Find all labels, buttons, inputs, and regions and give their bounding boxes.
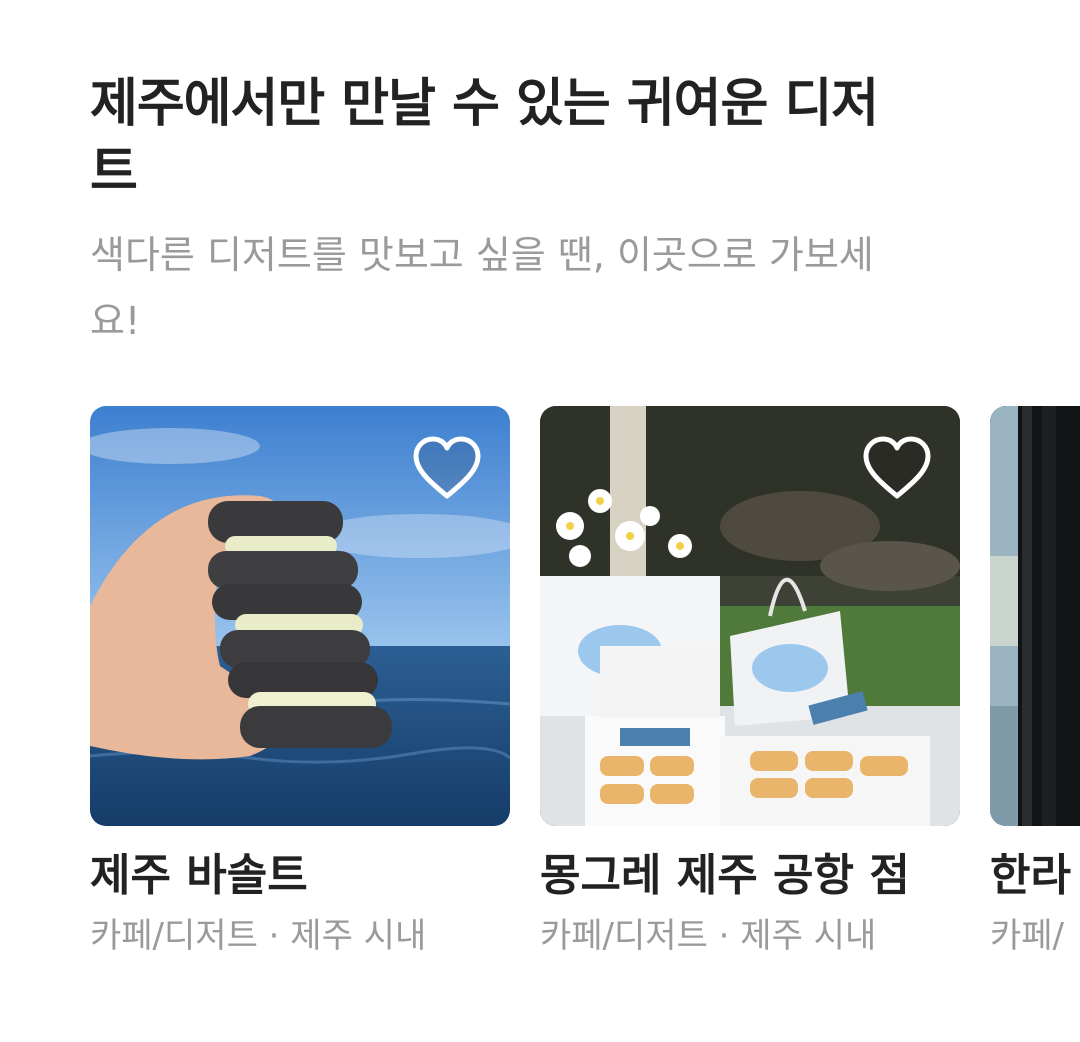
place-card[interactable]: 몽그레 제주 공항 점 카페/디저트 · 제주 시내 [540,406,960,956]
place-name[interactable]: 한라 [990,846,1071,906]
place-meta: 카페/ [990,912,1064,960]
meta-separator: · [718,916,730,956]
heart-outline-icon[interactable] [410,434,484,502]
place-category: 카페/ [990,916,1065,956]
section-title: 제주에서만 만날 수 있는 귀여운 디저트 [90,74,879,202]
place-thumbnail[interactable] [540,406,960,826]
place-name[interactable]: 제주 바솔트 [90,846,308,906]
place-thumbnail[interactable] [90,406,510,826]
meta-separator: · [268,916,280,956]
place-carousel[interactable]: 제주 바솔트 카페/디저트 · 제주 시내 몽그레 제주 공항 점 카페/디저트… [90,406,1080,1006]
place-meta: 카페/디저트 · 제주 시내 [540,912,876,960]
place-category: 카페/디저트 [90,916,258,956]
dessert-section: 제주에서만 만날 수 있는 귀여운 디저트 색다른 디저트를 맛보고 싶을 땐,… [0,0,1080,1042]
place-thumbnail[interactable] [990,406,1080,826]
place-meta: 카페/디저트 · 제주 시내 [90,912,426,960]
place-category: 카페/디저트 [540,916,708,956]
heart-outline-icon[interactable] [860,434,934,502]
place-card[interactable]: 제주 바솔트 카페/디저트 · 제주 시내 [90,406,510,956]
place-location: 제주 시내 [290,916,427,956]
place-card[interactable]: 한라 카페/ [990,406,1080,956]
place-location: 제주 시내 [740,916,877,956]
section-subtitle: 색다른 디저트를 맛보고 싶을 땐, 이곳으로 가보세요! [90,233,874,343]
cafe-window-photo [990,406,1080,826]
place-name[interactable]: 몽그레 제주 공항 점 [540,846,910,906]
